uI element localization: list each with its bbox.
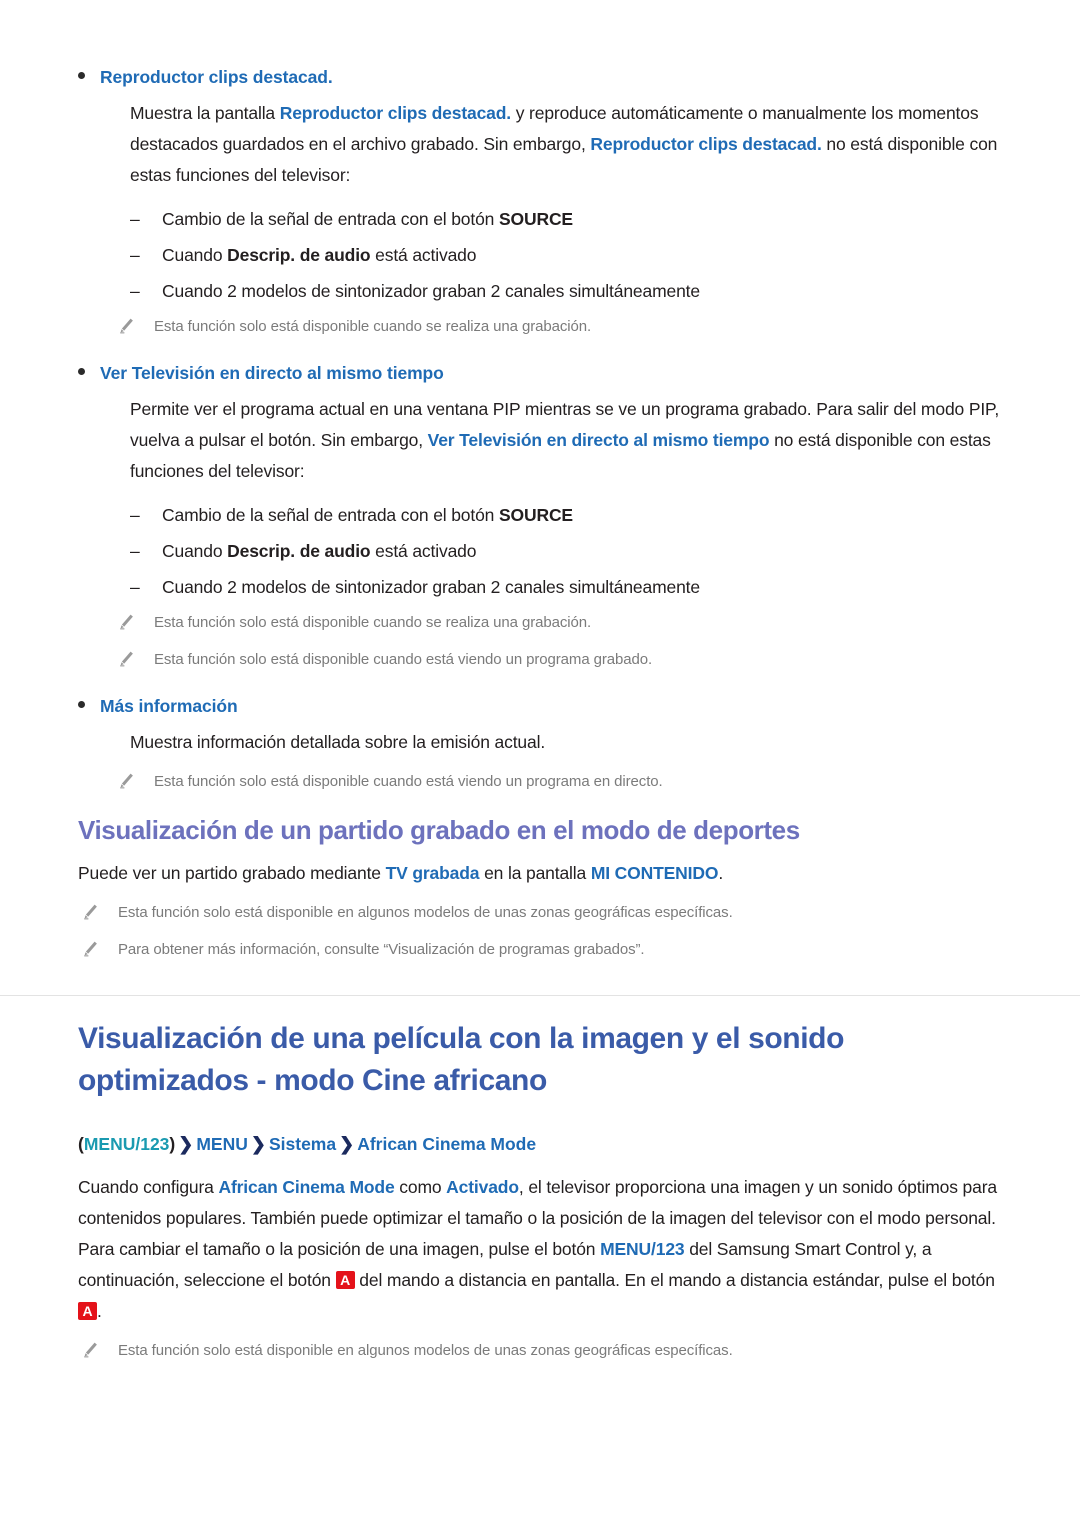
bullet-heading-row: Más información xyxy=(78,691,1008,721)
dash-icon: – xyxy=(130,281,140,301)
highlight-term: Descrip. de audio xyxy=(227,541,371,561)
note-text: Esta función solo está disponible cuando… xyxy=(154,614,592,631)
list-item: Reproductor clips destacad. Muestra la p… xyxy=(78,62,1008,340)
chevron-right-icon: ❯ xyxy=(339,1134,355,1154)
note-text: Esta función solo está disponible cuando… xyxy=(154,318,592,335)
note-row: Para obtener más información, consulte “… xyxy=(82,936,1008,963)
breadcrumb-item-sistema[interactable]: Sistema xyxy=(269,1134,336,1154)
note-row: Esta función solo está disponible cuando… xyxy=(118,609,1008,636)
note-row: Esta función solo está disponible cuando… xyxy=(118,646,1008,673)
chevron-right-icon: ❯ xyxy=(250,1134,266,1154)
pencil-icon xyxy=(82,899,118,920)
section-sports-recorded-game: Visualización de un partido grabado en e… xyxy=(78,812,1008,963)
dash-icon: – xyxy=(130,505,140,525)
section-heading: Visualización de un partido grabado en e… xyxy=(78,815,800,845)
highlight-term: Activado xyxy=(446,1177,519,1197)
dash-item-text: Cambio de la señal de entrada con el bot… xyxy=(162,505,573,525)
breadcrumb-item-menu[interactable]: MENU xyxy=(196,1134,248,1154)
bullet-heading-row: Ver Televisión en directo al mismo tiemp… xyxy=(78,358,1008,388)
list-item: – Cuando 2 modelos de sintonizador graba… xyxy=(130,273,1008,309)
document-page: Reproductor clips destacad. Muestra la p… xyxy=(0,0,1080,1527)
remote-key-a-icon: A xyxy=(335,1271,355,1289)
breadcrumb-item-african-cinema-mode[interactable]: African Cinema Mode xyxy=(357,1134,536,1154)
highlight-term: MI CONTENIDO xyxy=(590,863,719,883)
dash-list: – Cambio de la señal de entrada con el b… xyxy=(130,201,1008,309)
highlight-term: Ver Televisión en directo al mismo tiemp… xyxy=(427,430,770,450)
bullet-item-label: Reproductor clips destacad. xyxy=(100,67,333,87)
pencil-icon xyxy=(118,646,154,667)
note-row: Esta función solo está disponible cuando… xyxy=(118,768,1008,795)
list-item: – Cambio de la señal de entrada con el b… xyxy=(130,497,1008,533)
pencil-icon xyxy=(82,936,118,957)
bullet-dot-icon xyxy=(78,691,100,721)
breadcrumb-item-menu123[interactable]: MENU/123 xyxy=(84,1134,170,1154)
bullet-dot-icon xyxy=(78,62,100,92)
bullet-dot-icon xyxy=(78,358,100,388)
note-text: Esta función solo está disponible cuando… xyxy=(154,651,653,668)
highlight-term: SOURCE xyxy=(498,505,573,525)
note-row: Esta función solo está disponible cuando… xyxy=(118,313,1008,340)
dash-item-text: Cuando 2 modelos de sintonizador graban … xyxy=(162,577,700,597)
note-text: Esta función solo está disponible cuando… xyxy=(154,773,663,790)
highlight-term: SOURCE xyxy=(498,209,573,229)
remote-key-a-icon: A xyxy=(78,1302,97,1320)
dash-item-text: Cuando Descrip. de audio está activado xyxy=(162,541,477,561)
pencil-icon xyxy=(118,313,154,334)
section-paragraph: Cuando configura African Cinema Mode com… xyxy=(78,1177,997,1321)
highlight-term: Reproductor clips destacad. xyxy=(590,134,822,154)
note-text: Esta función solo está disponible en alg… xyxy=(118,904,733,921)
highlight-term: TV grabada xyxy=(385,863,480,883)
bullet-item-label: Ver Televisión en directo al mismo tiemp… xyxy=(100,363,444,383)
dash-item-text: Cuando 2 modelos de sintonizador graban … xyxy=(162,281,700,301)
pencil-icon xyxy=(118,609,154,630)
note-text: Esta función solo está disponible en alg… xyxy=(118,1342,733,1359)
list-item: – Cuando Descrip. de audio está activado xyxy=(130,533,1008,569)
note-text: Para obtener más información, consulte “… xyxy=(118,941,645,958)
page-title-line-2: optimizados - modo Cine africano xyxy=(78,1064,547,1097)
item-paragraph: Muestra información detallada sobre la e… xyxy=(130,732,546,752)
highlight-term: Descrip. de audio xyxy=(227,245,371,265)
list-item: Ver Televisión en directo al mismo tiemp… xyxy=(78,358,1008,673)
section-paragraph: Puede ver un partido grabado mediante TV… xyxy=(78,863,724,883)
section-recorded-playback: Reproductor clips destacad. Muestra la p… xyxy=(78,62,1008,795)
page-title-line-1: Visualización de una película con la ima… xyxy=(78,1022,844,1055)
list-item: – Cuando 2 modelos de sintonizador graba… xyxy=(130,569,1008,605)
bullet-item-label: Más información xyxy=(100,696,238,716)
item-paragraph: Permite ver el programa actual en una ve… xyxy=(130,399,1000,481)
highlight-term: Reproductor clips destacad. xyxy=(279,103,512,123)
breadcrumb: (MENU/123) ❯ MENU ❯ Sistema ❯ African Cinema M… xyxy=(78,1130,1008,1158)
pencil-icon xyxy=(82,1337,118,1358)
list-item: Más información Muestra información deta… xyxy=(78,691,1008,795)
bullet-heading-row: Reproductor clips destacad. xyxy=(78,62,1008,92)
chevron-right-icon: ❯ xyxy=(178,1134,194,1154)
list-item: – Cambio de la señal de entrada con el b… xyxy=(130,201,1008,237)
dash-icon: – xyxy=(130,209,140,229)
note-row: Esta función solo está disponible en alg… xyxy=(82,1337,1008,1364)
section-african-cinema-mode: Visualización de una película con la ima… xyxy=(78,1018,1008,1364)
list-item: – Cuando Descrip. de audio está activado xyxy=(130,237,1008,273)
section-divider xyxy=(0,995,1080,996)
highlight-term: African Cinema Mode xyxy=(218,1177,395,1197)
dash-icon: – xyxy=(130,245,140,265)
item-paragraph: Muestra la pantalla Reproductor clips de… xyxy=(130,103,998,185)
dash-list: – Cambio de la señal de entrada con el b… xyxy=(130,497,1008,605)
dash-item-text: Cuando Descrip. de audio está activado xyxy=(162,245,477,265)
dash-icon: – xyxy=(130,541,140,561)
highlight-term: MENU/123 xyxy=(600,1239,685,1259)
pencil-icon xyxy=(118,768,154,789)
dash-icon: – xyxy=(130,577,140,597)
note-row: Esta función solo está disponible en alg… xyxy=(82,899,1008,926)
dash-item-text: Cambio de la señal de entrada con el bot… xyxy=(162,209,573,229)
